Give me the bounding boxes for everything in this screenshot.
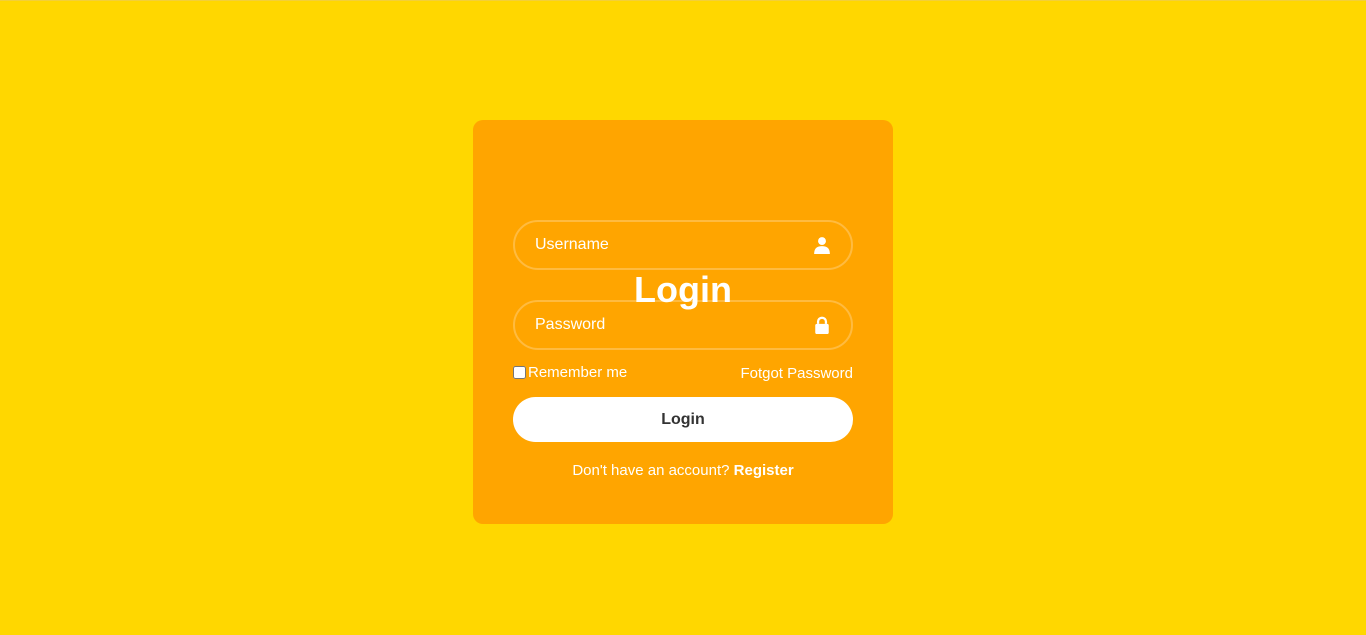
user-icon: [814, 237, 830, 254]
login-card: Login Remember me Fotgot Password Login …: [473, 120, 893, 524]
register-line: Don't have an account? Register: [473, 462, 893, 479]
remember-me-label: Remember me: [528, 364, 628, 381]
top-border: [0, 0, 1366, 1]
forgot-password-link[interactable]: Fotgot Password: [740, 365, 853, 382]
password-field: [513, 300, 853, 350]
username-field: [513, 220, 853, 270]
username-input[interactable]: [515, 222, 851, 268]
password-input[interactable]: [515, 302, 851, 348]
login-button[interactable]: Login: [513, 397, 853, 442]
options-row: Remember me Fotgot Password: [513, 364, 853, 384]
lock-icon: [815, 316, 829, 334]
remember-me-checkbox[interactable]: [513, 366, 526, 379]
remember-me[interactable]: Remember me: [513, 364, 627, 381]
register-link[interactable]: Register: [734, 462, 794, 479]
register-prompt: Don't have an account?: [572, 462, 734, 479]
